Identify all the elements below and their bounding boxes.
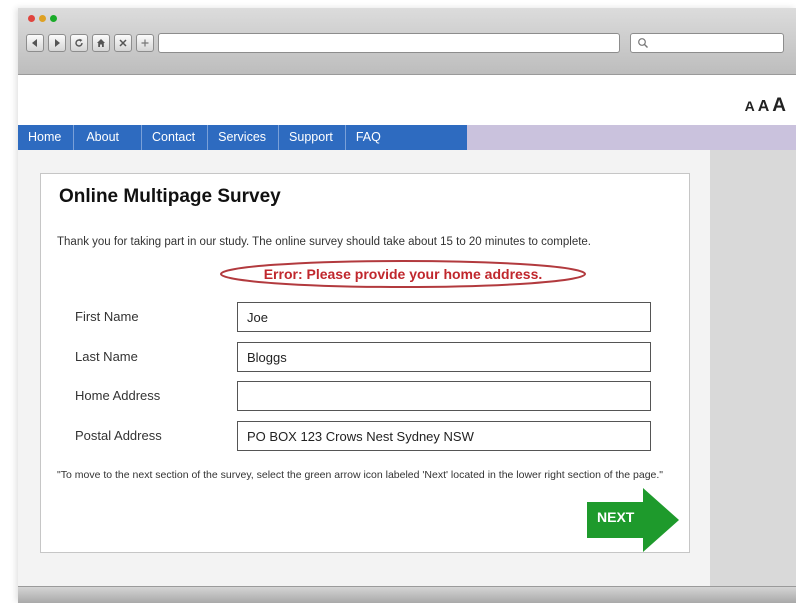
close-icon [119, 39, 127, 47]
font-size-small-button[interactable]: A [745, 98, 755, 114]
browser-toolbar [18, 8, 796, 75]
content-area: Online Multipage Survey Thank you for ta… [18, 150, 710, 602]
postal-address-field[interactable] [237, 421, 651, 451]
error-message: Error: Please provide your home address. [263, 266, 543, 282]
new-tab-plus-icon [141, 39, 149, 47]
main-nav-bar: Home About Contact Services Support FAQ [18, 125, 796, 150]
web-page: A A A Home About Contact Services Suppor… [18, 75, 796, 602]
browser-search-field[interactable] [630, 33, 784, 53]
close-window-button[interactable] [28, 15, 35, 22]
home-icon [97, 39, 105, 47]
url-bar[interactable] [158, 33, 620, 53]
postal-address-label: Postal Address [75, 428, 162, 443]
font-size-controls: A A A [745, 95, 786, 117]
next-button[interactable]: NEXT [587, 488, 679, 552]
font-size-large-button[interactable]: A [772, 95, 786, 117]
home-button[interactable] [92, 34, 110, 52]
nav-item-support[interactable]: Support [279, 125, 346, 150]
font-size-medium-button[interactable]: A [758, 98, 770, 116]
browser-nav-buttons [26, 34, 154, 52]
site-header: A A A [18, 75, 796, 125]
last-name-label: Last Name [75, 349, 138, 364]
forward-button[interactable] [48, 34, 66, 52]
nav-item-contact[interactable]: Contact [142, 125, 209, 150]
home-address-field[interactable] [237, 381, 651, 411]
nav-item-home[interactable]: Home [18, 125, 75, 150]
stop-button[interactable] [114, 34, 132, 52]
nav-item-about[interactable]: About [74, 125, 143, 150]
home-address-label: Home Address [75, 388, 161, 403]
new-tab-button[interactable] [136, 34, 154, 52]
browser-status-bar [18, 586, 796, 603]
forward-arrow-icon [55, 39, 60, 47]
last-name-field[interactable] [237, 342, 651, 372]
search-icon [638, 38, 648, 48]
main-nav: Home About Contact Services Support FAQ [18, 125, 467, 150]
browser-window: A A A Home About Contact Services Suppor… [18, 8, 796, 603]
first-name-field[interactable] [237, 302, 651, 332]
next-button-label: NEXT [597, 509, 635, 525]
zoom-window-button[interactable] [50, 15, 57, 22]
back-arrow-icon [32, 39, 37, 47]
right-sidebar [710, 150, 796, 602]
back-button[interactable] [26, 34, 44, 52]
first-name-label: First Name [75, 309, 139, 324]
reload-icon [75, 38, 83, 47]
navigation-instruction-text: "To move to the next section of the surv… [57, 469, 664, 481]
window-controls [28, 15, 57, 22]
survey-form-card: Online Multipage Survey Thank you for ta… [40, 173, 690, 553]
nav-item-services[interactable]: Services [208, 125, 280, 150]
reload-button[interactable] [70, 34, 88, 52]
page-title: Online Multipage Survey [59, 186, 281, 207]
minimize-window-button[interactable] [39, 15, 46, 22]
error-message-box: Error: Please provide your home address. [219, 259, 587, 289]
survey-intro-text: Thank you for taking part in our study. … [57, 236, 591, 248]
nav-item-faq[interactable]: FAQ [346, 125, 393, 150]
